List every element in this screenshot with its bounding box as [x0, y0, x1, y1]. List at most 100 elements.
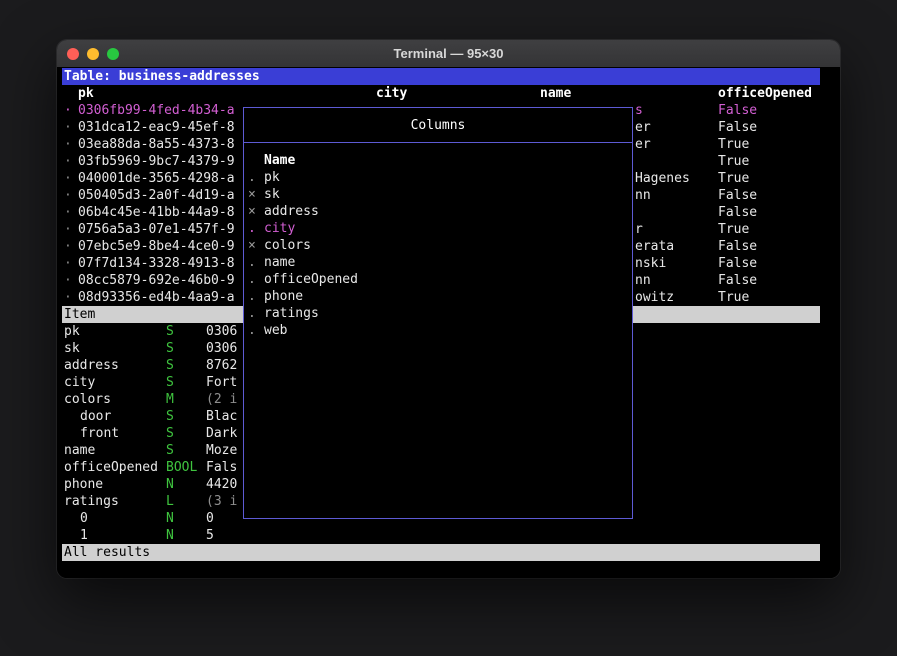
- row-name-fragment: er: [635, 136, 651, 153]
- column-name: city: [264, 220, 295, 237]
- row-officeOpened: True: [718, 221, 749, 238]
- traffic-lights: [67, 40, 119, 67]
- attribute-type: N: [166, 510, 174, 527]
- attribute-value: Fals: [206, 459, 237, 476]
- column-toggle-item[interactable]: . city: [244, 220, 632, 237]
- status-bar: All results: [62, 544, 820, 561]
- item-attribute-row: 1 N 5: [62, 527, 820, 544]
- attribute-type: S: [166, 323, 174, 340]
- column-toggle-item[interactable]: . phone: [244, 288, 632, 305]
- column-toggle-item[interactable]: . ratings: [244, 305, 632, 322]
- dialog-title: Columns: [244, 108, 632, 143]
- column-visibility-marker: .: [248, 254, 256, 271]
- column-header-officeOpened: officeOpened: [718, 85, 812, 102]
- attribute-type: L: [166, 493, 174, 510]
- row-officeOpened: False: [718, 102, 757, 119]
- row-marker: ·: [64, 255, 72, 272]
- attribute-value: 0306: [206, 323, 237, 340]
- row-officeOpened: False: [718, 255, 757, 272]
- attribute-type: N: [166, 476, 174, 493]
- column-toggle-item[interactable]: . name: [244, 254, 632, 271]
- row-officeOpened: False: [718, 204, 757, 221]
- column-visibility-marker: .: [248, 220, 256, 237]
- row-marker: ·: [64, 119, 72, 136]
- column-name: pk: [264, 169, 280, 186]
- column-list-header: Name: [244, 152, 632, 169]
- column-visibility-marker: .: [248, 322, 256, 339]
- column-name: address: [264, 203, 319, 220]
- attribute-name: pk: [64, 323, 80, 340]
- column-toggle-item[interactable]: × sk: [244, 186, 632, 203]
- columns-dialog: Columns Name . pk × sk × address . city …: [243, 107, 633, 519]
- attribute-name: phone: [64, 476, 103, 493]
- attribute-value: 0306: [206, 340, 237, 357]
- column-header-pk: pk: [78, 85, 94, 102]
- row-pk: 03fb5969-9bc7-4379-9: [78, 153, 235, 170]
- window-titlebar[interactable]: Terminal — 95×30: [57, 40, 840, 68]
- column-visibility-marker: .: [248, 288, 256, 305]
- row-marker: ·: [64, 221, 72, 238]
- column-visibility-marker: .: [248, 169, 256, 186]
- attribute-value: Moze: [206, 442, 237, 459]
- row-marker: ·: [64, 272, 72, 289]
- row-pk: 03ea88da-8a55-4373-8: [78, 136, 235, 153]
- attribute-name: colors: [64, 391, 111, 408]
- attribute-value: (3 i: [206, 493, 237, 510]
- zoom-button[interactable]: [107, 48, 119, 60]
- row-name-fragment: er: [635, 119, 651, 136]
- column-header-name: name: [540, 85, 571, 102]
- close-button[interactable]: [67, 48, 79, 60]
- row-marker: ·: [64, 170, 72, 187]
- column-toggle-item[interactable]: . pk: [244, 169, 632, 186]
- row-name-fragment: r: [635, 221, 643, 238]
- attribute-type: S: [166, 425, 174, 442]
- row-officeOpened: True: [718, 289, 749, 306]
- row-name-fragment: erata: [635, 238, 674, 255]
- item-panel-title: Item: [64, 306, 95, 323]
- column-toggle-item[interactable]: × colors: [244, 237, 632, 254]
- attribute-name: 1: [80, 527, 88, 544]
- attribute-type: N: [166, 527, 174, 544]
- status-text: All results: [64, 544, 150, 561]
- terminal-content[interactable]: Table: business-addresses pk city name o…: [57, 68, 840, 578]
- table-name: Table: business-addresses: [64, 68, 260, 85]
- row-name-fragment: nski: [635, 255, 666, 272]
- column-name: web: [264, 322, 287, 339]
- row-pk: 06b4c45e-41bb-44a9-8: [78, 204, 235, 221]
- terminal-window: Terminal — 95×30 Table: business-address…: [57, 40, 840, 578]
- row-pk: 0756a5a3-07e1-457f-9: [78, 221, 235, 238]
- attribute-type: BOOL: [166, 459, 197, 476]
- attribute-value: 0: [206, 510, 214, 527]
- attribute-name: 0: [80, 510, 88, 527]
- column-visibility-marker: .: [248, 271, 256, 288]
- row-pk: 08cc5879-692e-46b0-9: [78, 272, 235, 289]
- row-name-fragment: nn: [635, 187, 651, 204]
- row-pk: 0306fb99-4fed-4b34-a: [78, 102, 235, 119]
- row-marker: ·: [64, 153, 72, 170]
- column-toggle-item[interactable]: . web: [244, 322, 632, 339]
- attribute-name: ratings: [64, 493, 119, 510]
- row-name-fragment: nn: [635, 272, 651, 289]
- minimize-button[interactable]: [87, 48, 99, 60]
- attribute-name: officeOpened: [64, 459, 158, 476]
- row-marker: ·: [64, 289, 72, 306]
- column-visibility-marker: .: [248, 305, 256, 322]
- column-toggle-item[interactable]: × address: [244, 203, 632, 220]
- attribute-name: door: [80, 408, 111, 425]
- row-marker: ·: [64, 187, 72, 204]
- row-name-fragment: s: [635, 102, 643, 119]
- column-toggle-item[interactable]: . officeOpened: [244, 271, 632, 288]
- row-officeOpened: True: [718, 170, 749, 187]
- column-name: officeOpened: [264, 271, 358, 288]
- attribute-value: (2 i: [206, 391, 237, 408]
- column-header-city: city: [376, 85, 407, 102]
- row-pk: 07ebc5e9-8be4-4ce0-9: [78, 238, 235, 255]
- row-officeOpened: False: [718, 187, 757, 204]
- attribute-type: M: [166, 391, 174, 408]
- row-marker: ·: [64, 136, 72, 153]
- column-visibility-marker: ×: [248, 186, 256, 203]
- attribute-value: 8762: [206, 357, 237, 374]
- row-officeOpened: False: [718, 238, 757, 255]
- attribute-type: S: [166, 374, 174, 391]
- column-name: colors: [264, 237, 311, 254]
